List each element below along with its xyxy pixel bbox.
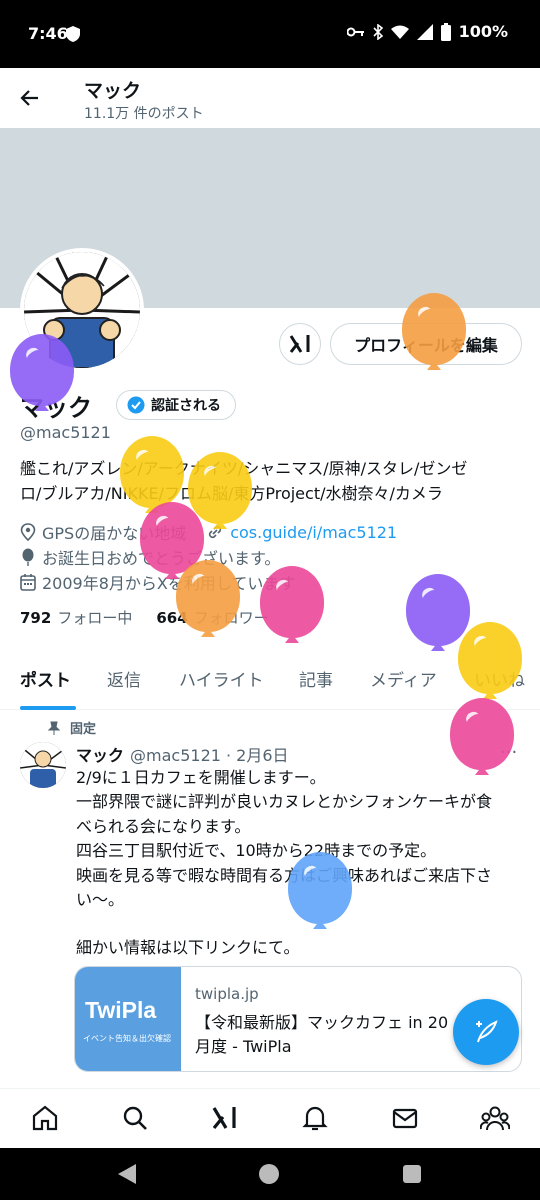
wifi-icon: [390, 25, 409, 39]
battery-icon: [440, 22, 451, 41]
followers-count: 664: [156, 609, 188, 627]
nav-messages[interactable]: [390, 1103, 420, 1133]
tab-replies[interactable]: 返信: [107, 666, 141, 691]
nav-notifications[interactable]: [300, 1103, 330, 1133]
more-options-icon[interactable]: ···: [500, 742, 517, 763]
avatar-image: [20, 742, 66, 788]
post-line: い〜。: [76, 890, 125, 910]
bio-line: ロ/ブルアカ/NIKKE/フロム脳/東方Project/水樹奈々/カメラ: [20, 484, 443, 503]
website-link[interactable]: cos.guide/i/mac5121: [206, 523, 397, 542]
top-header: マック 11.1万 件のポスト: [0, 68, 540, 128]
post-line: [76, 912, 526, 936]
post-author-name[interactable]: マック: [76, 742, 124, 766]
signal-icon: [416, 23, 433, 40]
system-nav-bar: [0, 1148, 540, 1200]
profile-avatar[interactable]: [20, 248, 144, 372]
post-line: べられる会になります。: [76, 816, 251, 836]
link-card-domain: twipla.jp: [195, 985, 259, 1003]
system-recents-icon[interactable]: [403, 1165, 421, 1183]
bottom-nav: [0, 1088, 540, 1148]
grok-button[interactable]: [279, 323, 321, 365]
follow-stats: 792 フォロー中 664 フォロワー: [20, 607, 269, 628]
tab-media[interactable]: メディア: [370, 666, 437, 691]
profile-name: マック: [20, 394, 92, 422]
avatar-image: [24, 252, 140, 368]
location-icon: [20, 523, 36, 541]
mail-icon: [392, 1108, 418, 1129]
balloon: [406, 574, 470, 651]
compose-post-button[interactable]: [453, 999, 519, 1065]
post-line: 細かい情報は以下リンクにて。: [76, 938, 300, 958]
link-icon: [209, 525, 222, 539]
calendar-icon: [20, 574, 36, 591]
website-text[interactable]: cos.guide/i/mac5121: [230, 523, 397, 542]
post-line: 一部界隈で謎に評判が良いカヌレとかシフォンケーキが食: [76, 792, 493, 812]
header-post-count: 11.1万 件のポスト: [84, 106, 204, 122]
compose-feather-icon: [476, 1020, 498, 1043]
bell-icon: [302, 1106, 328, 1131]
status-time: 7:46: [28, 24, 68, 43]
balloon-icon: [22, 548, 34, 566]
system-home-icon[interactable]: [259, 1164, 279, 1184]
get-verified-button[interactable]: 認証される: [116, 390, 236, 420]
grok-icon: [289, 335, 310, 353]
shield-icon: [66, 26, 80, 42]
following-link[interactable]: 792 フォロー中: [20, 607, 132, 628]
nav-home[interactable]: [30, 1103, 60, 1133]
edit-profile-button[interactable]: プロフィールを編集: [330, 323, 522, 365]
battery-percent: 100%: [458, 22, 508, 41]
active-tab-indicator: [20, 706, 76, 710]
nav-search[interactable]: [120, 1103, 150, 1133]
profile-meta-location: GPSの届かない地域 cos.guide/i/mac5121: [20, 520, 397, 544]
location-text: GPSの届かない地域: [42, 524, 187, 543]
profile-meta-birthday: お誕生日おめでとうございます。: [20, 545, 280, 569]
pin-icon: [48, 721, 60, 735]
tab-posts[interactable]: ポスト: [20, 666, 71, 691]
nav-grok[interactable]: [210, 1103, 240, 1133]
profile-handle: @mac5121: [20, 423, 111, 442]
post-line: 2/9に１日カフェを開催しますー。: [76, 768, 326, 787]
nav-communities[interactable]: [480, 1103, 510, 1133]
pinned-label: 固定: [70, 722, 97, 737]
following-count: 792: [20, 609, 52, 627]
followers-label: フォロワー: [193, 609, 269, 627]
following-label: フォロー中: [57, 609, 133, 627]
tab-highlights[interactable]: ハイライト: [179, 666, 264, 691]
pinned-indicator: 固定: [48, 718, 96, 737]
post-header: マック @mac5121 · 2月6日: [76, 742, 289, 766]
followers-link[interactable]: 664 フォロワー: [156, 607, 268, 628]
post-author-avatar[interactable]: [20, 742, 66, 788]
get-verified-label: 認証される: [151, 398, 221, 414]
header-name: マック: [84, 80, 142, 102]
post-handle-date: @mac5121 · 2月6日: [130, 746, 289, 765]
post-line: 四谷三丁目駅付近で、10時から22時までの予定。: [76, 841, 437, 861]
status-icons: 100%: [346, 22, 508, 41]
bio-line: 艦これ/アズレン/アークナイツ/シャニマス/原神/スタレ/ゼンゼ: [20, 459, 468, 478]
link-card-thumbnail: TwiPla イベント告知＆出欠確認: [75, 967, 181, 1071]
post-line: 映画を見る等で暇な時間有る方はご興味あればご来店下さ: [76, 865, 493, 885]
profile-bio: 艦これ/アズレン/アークナイツ/シャニマス/原神/スタレ/ゼンゼ ロ/ブルアカ/…: [20, 456, 520, 506]
twipla-logo: TwiPla: [85, 997, 157, 1023]
profile-meta-joined: 2009年8月からXを利用しています: [20, 570, 295, 594]
bluetooth-icon: [372, 23, 383, 40]
profile-tabs: ポスト 返信 ハイライト 記事 メディア いいね: [0, 654, 540, 710]
birthday-text: お誕生日おめでとうございます。: [42, 549, 281, 568]
status-bar: 7:46 100%: [0, 0, 540, 68]
twipla-subtitle: イベント告知＆出欠確認: [83, 1034, 171, 1043]
verified-badge-icon: [127, 396, 145, 414]
back-arrow-icon[interactable]: [18, 86, 42, 110]
joined-text: 2009年8月からXを利用しています: [42, 574, 296, 593]
tab-likes[interactable]: いいね: [474, 666, 525, 691]
post-body: 2/9に１日カフェを開催しますー。 一部界隈で謎に評判が良いカヌレとかシフォンケ…: [76, 766, 526, 961]
search-icon: [123, 1106, 147, 1130]
key-icon: [346, 27, 364, 36]
tab-articles[interactable]: 記事: [299, 666, 333, 691]
system-back-icon[interactable]: [118, 1164, 136, 1184]
grok-icon: [212, 1107, 236, 1130]
communities-icon: [480, 1106, 510, 1131]
home-icon: [32, 1105, 58, 1131]
